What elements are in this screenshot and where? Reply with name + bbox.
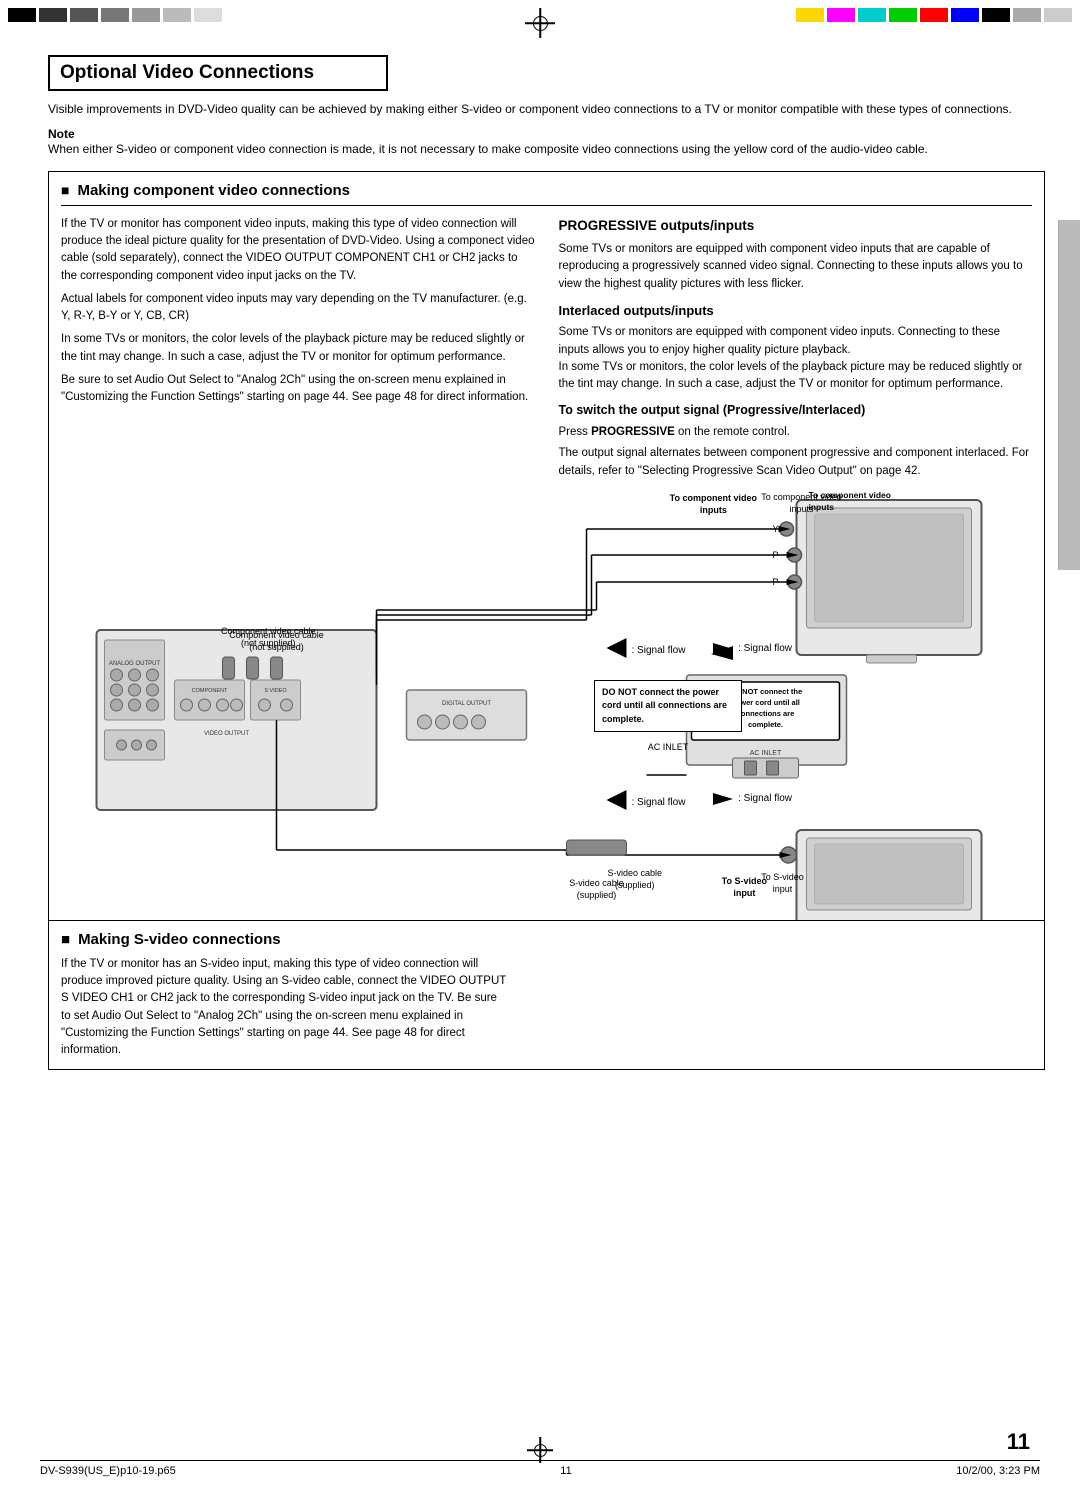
left-para-1: If the TV or monitor has component video…: [61, 216, 535, 285]
to-component-label: To component video inputs: [670, 492, 757, 517]
ac-inlet-label: AC INLET: [594, 742, 742, 752]
svg-text:VIDEO OUTPUT: VIDEO OUTPUT: [204, 731, 249, 737]
note-label: Note: [48, 127, 75, 141]
crosshair-top-center: [525, 8, 555, 38]
interlaced-text: Some TVs or monitors are equipped with c…: [559, 324, 1033, 393]
svg-text:inputs: inputs: [809, 502, 835, 512]
signal-flow-1-label: : Signal flow: [711, 638, 792, 660]
section2-heading: ■ Making S-video connections: [61, 931, 1032, 948]
do-not-connect-box: DO NOT connect the power cord until all …: [594, 680, 742, 733]
page-title: Optional Video Connections: [60, 62, 376, 84]
intro-text: Visible improvements in DVD-Video qualit…: [48, 101, 1045, 118]
signal-flow-2-label: : Signal flow: [711, 788, 792, 810]
switch-text1: Press PROGRESSIVE on the remote control.: [559, 424, 1033, 441]
to-s-video-label: To S-video input: [722, 875, 767, 900]
svg-text:COMPONENT: COMPONENT: [192, 688, 228, 694]
switch-heading: To switch the output signal (Progressive…: [559, 401, 1033, 420]
page-number: 11: [1007, 1429, 1030, 1455]
section2-bullet: ■: [61, 931, 70, 948]
sidebar-gray: [1058, 220, 1080, 570]
diagram-area: ANALOG OUTPUT COMPONENT: [61, 490, 1032, 920]
note-section: Note When either S-video or component vi…: [48, 126, 1045, 158]
footer-left: DV-S939(US_E)p10-19.p65: [40, 1465, 176, 1477]
left-para-4: Be sure to set Audio Out Select to "Anal…: [61, 372, 535, 407]
section2-text: If the TV or monitor has an S-video inpu…: [61, 956, 508, 1060]
svg-text:AC INLET: AC INLET: [750, 750, 782, 757]
left-para-2: Actual labels for component video inputs…: [61, 291, 535, 326]
progressive-heading: PROGRESSIVE outputs/inputs: [559, 216, 1033, 236]
svg-text:S VIDEO: S VIDEO: [264, 688, 287, 694]
component-cable-label: Component video cable (not supplied): [221, 625, 316, 650]
diagram-svg: ANALOG OUTPUT COMPONENT: [61, 490, 1032, 920]
svg-text:DIGITAL OUTPUT: DIGITAL OUTPUT: [442, 701, 491, 707]
svg-text:To component video: To component video: [809, 490, 891, 500]
progressive-text: Some TVs or monitors are equipped with c…: [559, 241, 1033, 293]
svg-text:: Signal flow: : Signal flow: [632, 797, 687, 808]
svg-text:To S-video: To S-video: [761, 872, 804, 882]
section1-heading: ■ Making component video connections: [61, 182, 1032, 206]
s-video-cable-label: S-video cable (supplied): [607, 867, 662, 892]
note-text: When either S-video or component video c…: [48, 142, 928, 156]
page-title-box: Optional Video Connections: [48, 55, 388, 91]
section2-box: ■ Making S-video connections If the TV o…: [48, 921, 1045, 1071]
switch-text2: The output signal alternates between com…: [559, 445, 1033, 480]
svg-text:input: input: [773, 884, 793, 894]
svg-text:connections are: connections are: [737, 709, 795, 718]
svg-text:ANALOG OUTPUT: ANALOG OUTPUT: [109, 661, 161, 667]
footer: DV-S939(US_E)p10-19.p65 11 10/2/00, 3:23…: [40, 1460, 1040, 1477]
section1-bullet: ■: [61, 182, 69, 198]
section1-left-col: If the TV or monitor has component video…: [61, 216, 535, 480]
svg-text:: Signal flow: : Signal flow: [632, 645, 687, 656]
section1-right-col: PROGRESSIVE outputs/inputs Some TVs or m…: [559, 216, 1033, 480]
svg-text:complete.: complete.: [748, 720, 783, 729]
footer-right: 10/2/00, 3:23 PM: [956, 1465, 1040, 1477]
footer-center: 11: [560, 1465, 571, 1477]
main-content-box: ■ Making component video connections If …: [48, 171, 1045, 921]
interlaced-heading: Interlaced outputs/inputs: [559, 301, 1033, 321]
left-para-3: In some TVs or monitors, the color level…: [61, 331, 535, 366]
